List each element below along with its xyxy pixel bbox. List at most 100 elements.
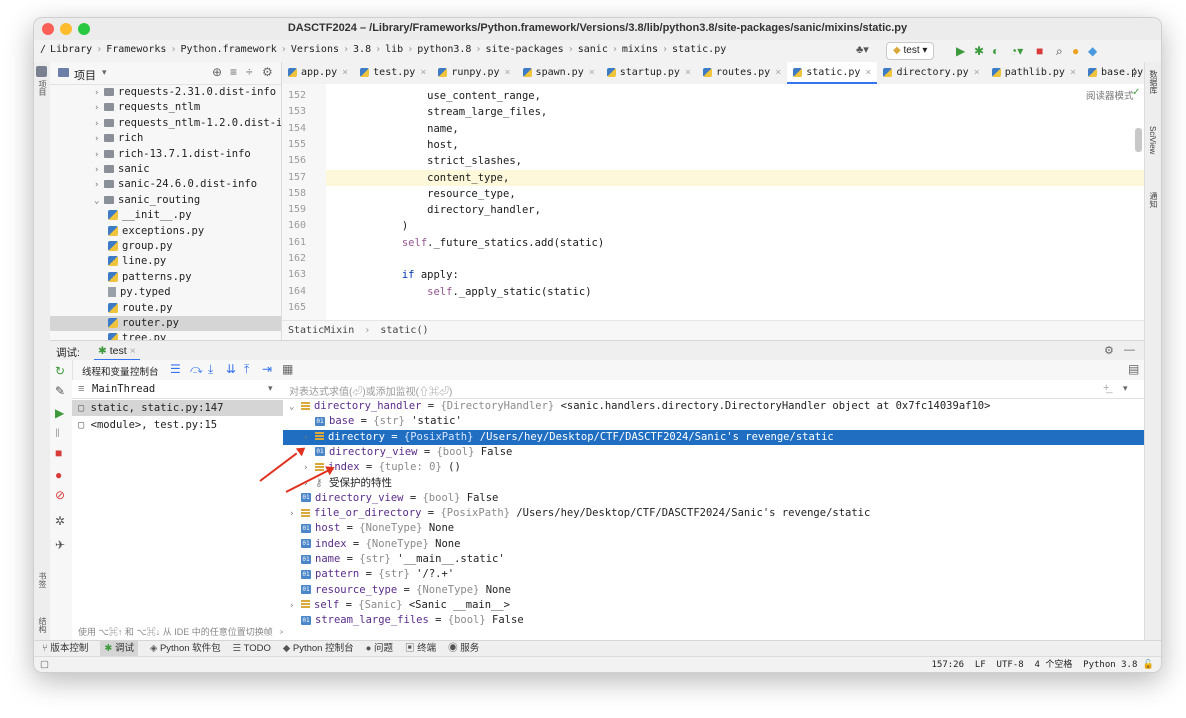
bookmarks-tool-label[interactable]: 书签	[37, 572, 48, 588]
breadcrumb-method[interactable]: static()	[380, 325, 428, 336]
debug-session-tab[interactable]: ✱ test ×	[94, 343, 140, 361]
vcs-user-icon[interactable]: ♣▾	[856, 43, 869, 56]
layout-icon[interactable]: ▤	[1128, 362, 1139, 376]
more-tabs-icon[interactable]: ⋮	[1129, 66, 1140, 79]
tool-window-button[interactable]: ◆ Python 控制台	[283, 641, 354, 657]
variable-row[interactable]: 01 stream_large_files = {bool} False	[283, 613, 1144, 628]
frame-row-selected[interactable]: ▢ static, static.py:147	[72, 400, 283, 416]
editor-tab[interactable]: app.py ×	[282, 62, 354, 84]
variable-row[interactable]: 01 host = {NoneType} None	[283, 521, 1144, 536]
editor-tab[interactable]: startup.py ×	[601, 62, 697, 84]
tool-window-button[interactable]: ✱ 调试	[100, 641, 138, 657]
collapse-all-icon[interactable]: ÷	[246, 65, 253, 79]
tree-item[interactable]: › rich-13.7.1.dist-info	[50, 147, 281, 162]
breadcrumb-item[interactable]: 3.8	[353, 44, 371, 55]
step-into-icon[interactable]: ⤓	[208, 362, 213, 377]
tree-item[interactable]: ⌄ sanic_routing	[50, 193, 281, 208]
tab-console[interactable]: 控制台	[130, 364, 159, 378]
tool-window-button[interactable]: ◈ Python 软件包	[150, 641, 221, 657]
variable-row[interactable]: 01 index = {NoneType} None	[283, 537, 1144, 552]
gear-icon[interactable]: ⚙	[262, 65, 273, 79]
breadcrumb-item[interactable]: /	[40, 44, 46, 55]
variable-row[interactable]: 01 base = {str} 'static'	[283, 414, 1144, 429]
editor-tab[interactable]: pathlib.py ×	[986, 62, 1082, 84]
chevron-right-icon[interactable]: ›	[303, 431, 315, 446]
chevron-right-icon[interactable]: ›	[303, 461, 315, 476]
evaluate-expression-field[interactable]: 对表达式求值(⏎)或添加监视(⇧⌘⏎) +̲ ▾	[283, 380, 1144, 399]
tool-window-button[interactable]: ▣ 终端	[405, 641, 436, 657]
variable-row[interactable]: 01 directory_view = {bool} False	[283, 445, 1144, 460]
code-line[interactable]: strict_slashes,	[326, 153, 1144, 169]
tree-item[interactable]: tree.py	[50, 331, 281, 340]
run-to-cursor-icon[interactable]: ⇥	[262, 362, 272, 376]
chevron-right-icon[interactable]: ›	[94, 101, 104, 115]
view-breakpoints-icon[interactable]: ●	[55, 468, 62, 482]
chevron-right-icon[interactable]: ›	[94, 117, 104, 131]
close-icon[interactable]: ×	[130, 345, 136, 357]
search-icon[interactable]: ⌕	[1056, 43, 1063, 59]
editor-tab[interactable]: static.py ×	[787, 62, 878, 84]
breadcrumb-item[interactable]: lib	[385, 44, 403, 55]
show-execution-point-icon[interactable]: ☰	[170, 362, 181, 376]
stop-icon[interactable]: ■	[1036, 43, 1043, 59]
tree-item[interactable]: patterns.py	[50, 270, 281, 285]
tree-item[interactable]: route.py	[50, 301, 281, 316]
code-line[interactable]: if apply:	[326, 267, 1144, 283]
code-line[interactable]	[326, 251, 1144, 267]
close-icon[interactable]: ×	[775, 67, 781, 78]
tree-item[interactable]: py.typed	[50, 285, 281, 300]
breadcrumb-item[interactable]: site-packages	[485, 44, 563, 55]
chevron-right-icon[interactable]: ›	[94, 86, 104, 100]
code-line[interactable]: host,	[326, 137, 1144, 153]
chevron-right-icon[interactable]: ›	[289, 599, 301, 614]
chevron-down-icon[interactable]: ▾	[102, 67, 107, 78]
breadcrumb-item[interactable]: python3.8	[417, 44, 471, 55]
updates-icon[interactable]: ●	[1072, 43, 1079, 59]
close-icon[interactable]: ×	[1070, 67, 1076, 78]
tree-item[interactable]: group.py	[50, 239, 281, 254]
tree-item[interactable]: __init__.py	[50, 208, 281, 223]
rerun-icon[interactable]: ↻	[55, 364, 65, 378]
tool-window-button[interactable]: ⑂ 版本控制	[42, 641, 88, 657]
editor-tab[interactable]: runpy.py ×	[432, 62, 516, 84]
variable-row[interactable]: › self = {Sanic} <Sanic __main__>	[283, 598, 1144, 613]
evaluate-icon[interactable]: ▦	[282, 362, 293, 376]
chevron-right-icon[interactable]: ›	[94, 178, 104, 192]
chevron-down-icon[interactable]: ⌄	[94, 194, 104, 208]
code-line[interactable]: stream_large_files,	[326, 104, 1144, 120]
lock-icon[interactable]: 🔓	[1143, 660, 1154, 670]
line-separator[interactable]: LF	[975, 660, 986, 670]
code-line[interactable]	[326, 300, 1144, 316]
close-icon[interactable]: ×	[505, 67, 511, 78]
breadcrumb-item[interactable]: Library	[50, 44, 92, 55]
file-encoding[interactable]: UTF-8	[997, 660, 1024, 670]
resume-icon[interactable]: ▶	[55, 406, 64, 420]
close-icon[interactable]: ×	[420, 67, 426, 78]
tool-window-button[interactable]: ● 问题	[366, 641, 393, 657]
variable-row[interactable]: › ⚷ 受保护的特性	[283, 476, 1144, 491]
step-into-my-code-icon[interactable]: ⇊	[226, 362, 236, 376]
tree-item[interactable]: › requests-2.31.0.dist-info	[50, 85, 281, 100]
database-tool-label[interactable]: 数据库	[1148, 70, 1159, 94]
variable-row[interactable]: › file_or_directory = {PosixPath} /Users/…	[283, 506, 1144, 521]
expand-all-icon[interactable]: ≡	[230, 65, 237, 79]
debug-bug-icon[interactable]: ✱	[974, 43, 984, 59]
run-icon[interactable]: ▶	[956, 43, 965, 59]
chevron-right-icon[interactable]: ›	[289, 507, 301, 522]
project-tool-label[interactable]: 项目	[37, 80, 48, 96]
cursor-position[interactable]: 157:26	[932, 660, 965, 670]
sciview-tool-label[interactable]: SciView	[1148, 126, 1157, 154]
variable-row[interactable]: 01 name = {str} '__main__.static'	[283, 552, 1144, 567]
code-editor[interactable]: 阅读器模式 ✓ use_content_range, stream_large_…	[326, 84, 1144, 320]
tree-item[interactable]: router.py	[50, 316, 281, 331]
tree-item[interactable]: exceptions.py	[50, 224, 281, 239]
step-out-icon[interactable]: ⤒	[244, 362, 249, 377]
close-icon[interactable]: ×	[974, 67, 980, 78]
edit-config-icon[interactable]: ✎	[55, 384, 65, 398]
variable-row[interactable]: › directory = {PosixPath} /Users/hey/Desk…	[283, 429, 1144, 446]
code-line[interactable]: directory_handler,	[326, 202, 1144, 218]
tree-item[interactable]: › sanic-24.6.0.dist-info	[50, 177, 281, 192]
chevron-right-icon[interactable]: ›	[94, 132, 104, 146]
variable-row[interactable]: 01 pattern = {str} '/?.+'	[283, 567, 1144, 582]
tree-item[interactable]: › requests_ntlm-1.2.0.dist-i	[50, 116, 281, 131]
